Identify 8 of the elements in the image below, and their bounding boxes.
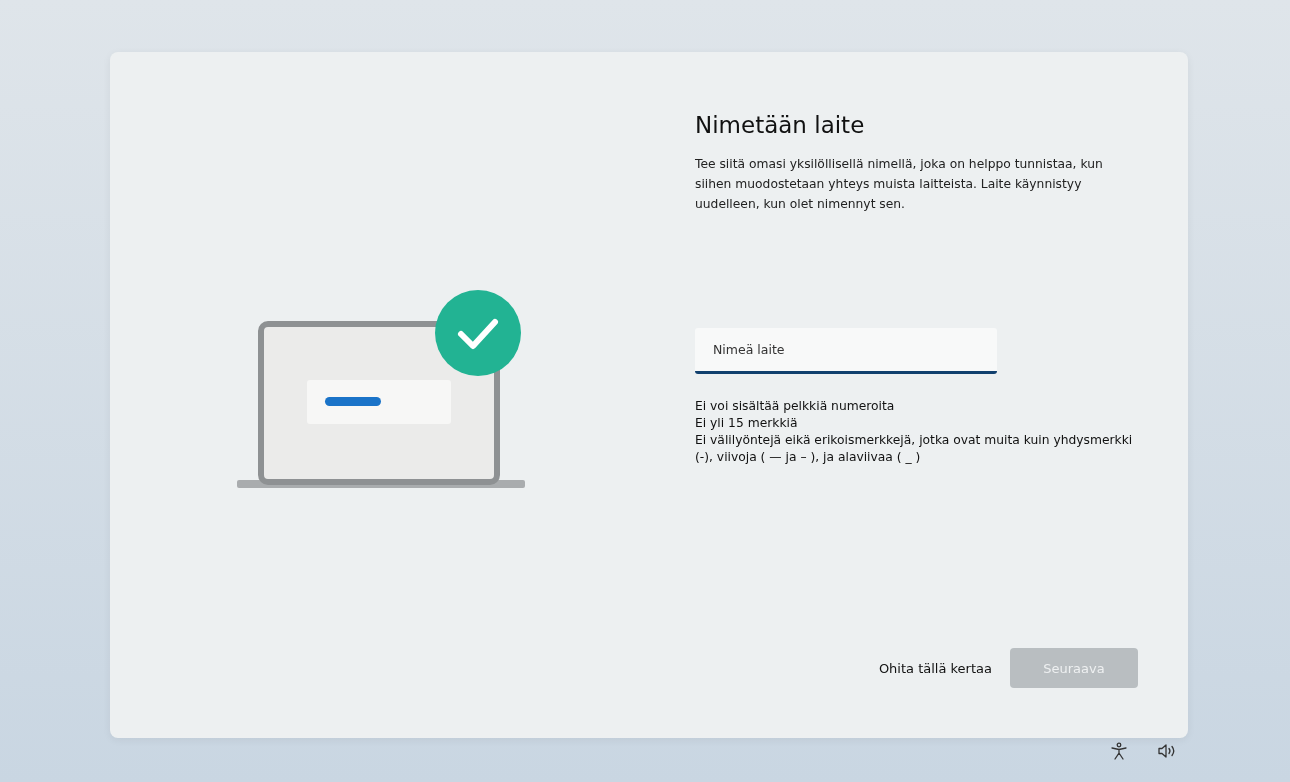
rule-text: Ei yli 15 merkkiä (695, 415, 799, 432)
accessibility-icon[interactable] (1110, 742, 1128, 760)
dialog-title: Nimetään laite (695, 112, 866, 138)
description-text: Tee siitä omasi yksilöllisellä nimellä, joka on helppo tunnistaa, kun siihen muodostetaan yhteys muista laitteista. Laite käynnistyy uudelleen, kun olet nimennyt sen. (695, 156, 1104, 213)
rule-text: Ei voi sisältää pelkkiä numeroita (695, 398, 896, 415)
skip-button[interactable]: Ohita tällä kertaa (876, 652, 994, 684)
device-name-field[interactable]: Nimeä laite (695, 328, 997, 374)
rule-text: Ei välilyöntejä eikä erikoismerkkejä, jotka ovat muita kuin yhdysmerkki (-), viivoja ( — ja – ), ja alaviivaa ( _ ) (695, 432, 1134, 466)
